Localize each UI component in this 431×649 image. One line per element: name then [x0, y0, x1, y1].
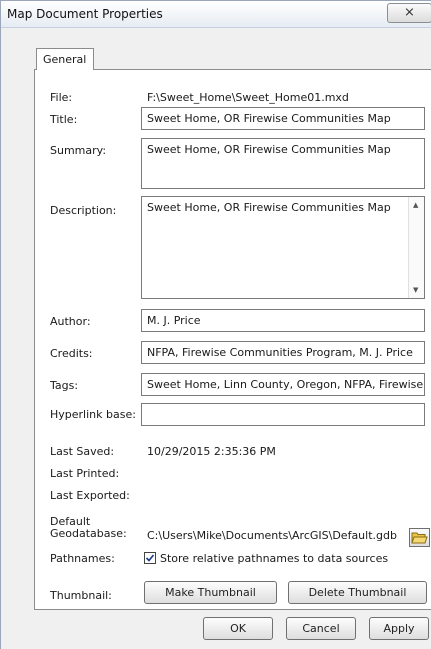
map-document-properties-dialog: Map Document Properties ⨯ General File: … [0, 0, 431, 649]
scroll-down-arrow-icon[interactable]: ▼ [413, 286, 418, 294]
credits-label: Credits: [50, 347, 93, 360]
summary-label: Summary: [50, 144, 107, 157]
file-label: File: [50, 91, 73, 104]
description-label: Description: [50, 204, 117, 217]
tab-general-label: General [43, 53, 87, 66]
hyperlink-base-field[interactable] [141, 403, 425, 426]
description-scrollbar[interactable]: ▲ ▼ [408, 197, 424, 298]
close-icon: ⨯ [404, 5, 415, 20]
make-thumbnail-button[interactable]: Make Thumbnail [144, 581, 277, 604]
title-label: Title: [50, 113, 78, 126]
default-geodatabase-value: C:\Users\Mike\Documents\ArcGIS\Default.g… [147, 529, 397, 542]
last-printed-label: Last Printed: [50, 467, 120, 480]
store-relative-pathnames-checkbox[interactable] [144, 552, 156, 564]
summary-field[interactable]: Sweet Home, OR Firewise Communities Map [141, 138, 425, 189]
last-exported-label: Last Exported: [50, 489, 130, 502]
tags-label: Tags: [50, 379, 79, 392]
pathnames-label: Pathnames: [50, 552, 115, 565]
description-text: Sweet Home, OR Firewise Communities Map [147, 201, 391, 214]
checkmark-icon [145, 554, 155, 562]
hyperlink-base-label: Hyperlink base: [50, 408, 136, 421]
scroll-up-arrow-icon[interactable]: ▲ [413, 201, 418, 209]
default-geodatabase-label-line2: Geodatabase: [50, 527, 127, 540]
apply-button[interactable]: Apply [369, 617, 429, 640]
tags-field[interactable]: Sweet Home, Linn County, Oregon, NFPA, F… [141, 373, 425, 396]
author-field[interactable]: M. J. Price [141, 309, 425, 332]
close-button[interactable]: ⨯ [387, 3, 431, 23]
folder-open-icon [411, 532, 428, 544]
thumbnail-label: Thumbnail: [50, 589, 112, 602]
browse-geodatabase-button[interactable] [409, 528, 430, 547]
window-title: Map Document Properties [7, 7, 163, 21]
delete-thumbnail-button[interactable]: Delete Thumbnail [288, 581, 427, 604]
last-saved-label: Last Saved: [50, 445, 115, 458]
credits-field[interactable]: NFPA, Firewise Communities Program, M. J… [141, 341, 425, 364]
store-relative-pathnames-label[interactable]: Store relative pathnames to data sources [160, 552, 388, 565]
title-field[interactable]: Sweet Home, OR Firewise Communities Map [141, 107, 425, 130]
cancel-button[interactable]: Cancel [286, 617, 356, 640]
file-path-value: F:\Sweet_Home\Sweet_Home01.mxd [147, 91, 349, 104]
ok-button[interactable]: OK [203, 617, 273, 640]
title-bar: Map Document Properties ⨯ [1, 1, 431, 28]
description-field[interactable]: Sweet Home, OR Firewise Communities Map … [141, 196, 425, 299]
last-saved-value: 10/29/2015 2:35:36 PM [147, 445, 276, 458]
author-label: Author: [50, 315, 91, 328]
tab-general[interactable]: General [36, 48, 94, 70]
